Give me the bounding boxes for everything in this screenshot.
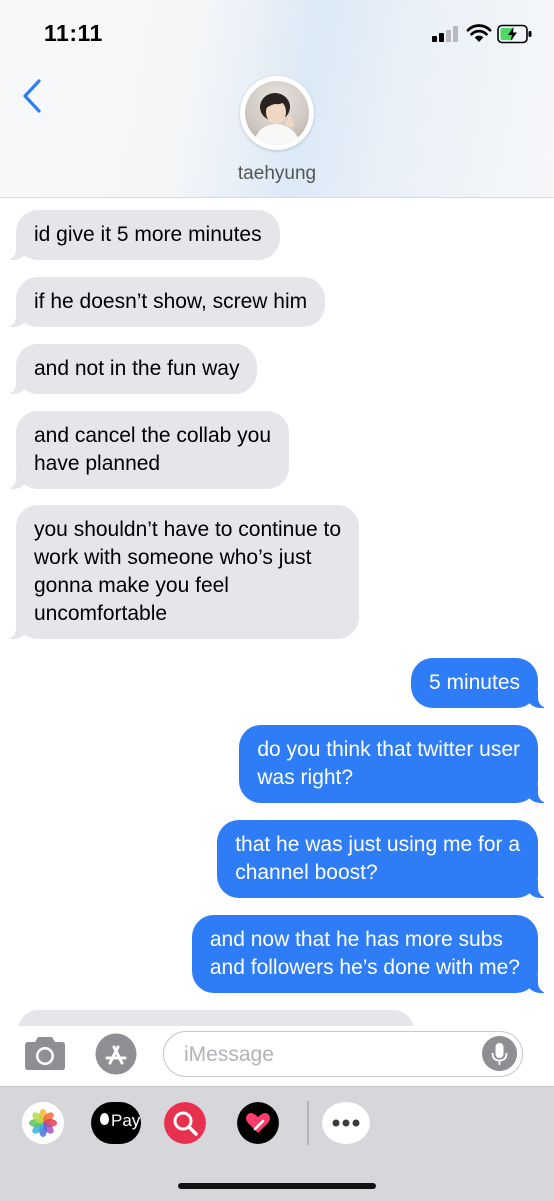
apple-logo-icon <box>100 1113 109 1125</box>
outgoing-message[interactable]: that he was just using me for a channel … <box>217 820 550 898</box>
drawer-divider <box>307 1101 309 1145</box>
message-input[interactable] <box>182 1032 476 1077</box>
incoming-message[interactable]: and cancel the collab you have planned <box>4 411 289 489</box>
incoming-message[interactable]: id give it 5 more minutes <box>4 210 280 260</box>
partial-incoming-message <box>18 1010 414 1026</box>
app-store-icon[interactable] <box>94 1032 138 1076</box>
app-drawer: Pay <box>0 1086 554 1201</box>
outgoing-message[interactable]: do you think that twitter user was right… <box>239 725 550 803</box>
imessage-field[interactable] <box>163 1031 523 1077</box>
photos-icon[interactable] <box>22 1102 64 1144</box>
cellular-signal-icon <box>432 26 460 42</box>
incoming-message[interactable]: and not in the fun way <box>3 344 258 394</box>
camera-icon[interactable] <box>22 1034 68 1072</box>
outgoing-message[interactable]: and now that he has more subs and follow… <box>191 915 551 993</box>
message-list[interactable]: id give it 5 more minutes if he doesn’t … <box>0 198 554 1026</box>
battery-charging-icon <box>497 24 532 44</box>
status-time: 11:11 <box>44 20 103 46</box>
search-images-icon[interactable] <box>164 1102 206 1144</box>
digital-touch-icon[interactable] <box>237 1102 279 1144</box>
more-icon[interactable] <box>322 1102 370 1144</box>
conversation-header: 11:11 taehyung <box>0 0 554 198</box>
microphone-icon[interactable] <box>482 1036 517 1071</box>
back-chevron-icon[interactable] <box>20 78 44 114</box>
contact-avatar[interactable] <box>240 76 314 150</box>
home-indicator[interactable] <box>178 1183 376 1189</box>
incoming-message[interactable]: if he doesn’t show, screw him <box>3 277 326 327</box>
incoming-message[interactable]: you shouldn’t have to continue to work w… <box>3 505 360 639</box>
contact-name[interactable]: taehyung <box>0 163 554 185</box>
apple-pay-label: Pay <box>111 1111 141 1130</box>
compose-bar <box>0 1026 554 1086</box>
outgoing-message[interactable]: 5 minutes <box>410 658 551 708</box>
avatar-photo <box>245 81 309 145</box>
apple-pay-icon[interactable]: Pay <box>91 1102 141 1144</box>
wifi-icon <box>466 24 492 42</box>
